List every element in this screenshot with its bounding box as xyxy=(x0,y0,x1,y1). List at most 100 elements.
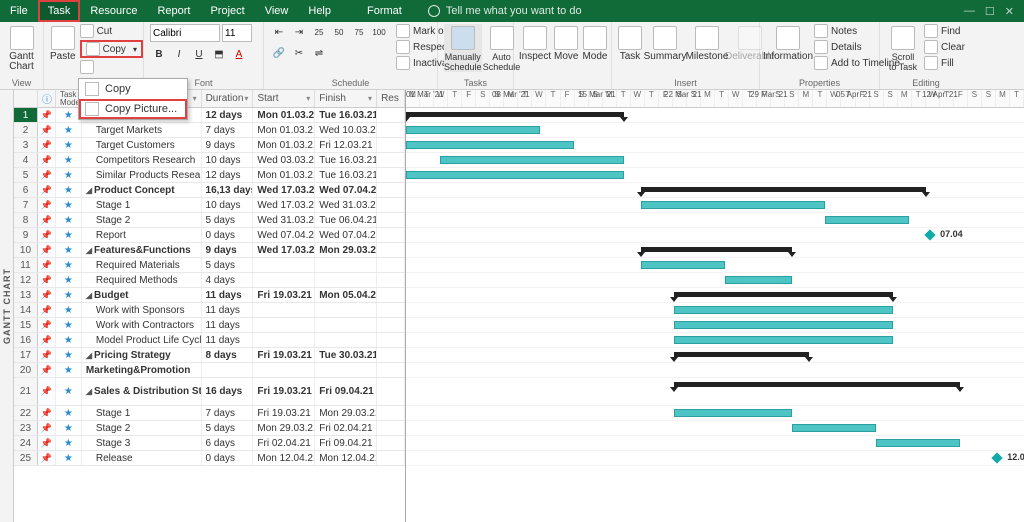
task-bar[interactable] xyxy=(440,156,625,164)
cell-start[interactable]: Wed 17.03.21 xyxy=(253,183,315,197)
row-number[interactable]: 6 xyxy=(14,183,38,197)
milestone-button[interactable]: Milestone xyxy=(688,24,726,62)
task-bar[interactable] xyxy=(674,409,791,417)
task-bar[interactable] xyxy=(406,171,624,179)
fill-button[interactable]: Fill xyxy=(924,56,965,70)
task-bar[interactable] xyxy=(674,336,892,344)
cell-start[interactable]: Wed 03.03.21 xyxy=(253,153,315,167)
menu-format[interactable]: Format xyxy=(357,0,412,22)
highlight-button[interactable]: ⬒ xyxy=(210,46,228,64)
summary-bar[interactable] xyxy=(641,247,792,252)
cell-duration[interactable]: 0 days xyxy=(202,451,254,465)
row-number[interactable]: 8 xyxy=(14,213,38,227)
cell-duration[interactable]: 16,13 days xyxy=(202,183,254,197)
cell-finish[interactable] xyxy=(315,303,377,317)
cell-start[interactable]: Mon 01.03.21 xyxy=(253,138,315,152)
cell-name[interactable]: Report xyxy=(82,228,202,242)
cell-start[interactable]: Wed 17.03.21 xyxy=(253,243,315,257)
cell-name[interactable]: Release xyxy=(82,451,202,465)
cell-res[interactable] xyxy=(377,108,405,122)
table-row[interactable]: 8📌★Stage 25 daysWed 31.03.21Tue 06.04.21 xyxy=(14,213,405,228)
cell-name[interactable]: Marketing&Promotion xyxy=(82,363,202,377)
summary-bar[interactable] xyxy=(674,352,808,357)
cell-duration[interactable]: 0 days xyxy=(202,228,254,242)
task-bar[interactable] xyxy=(674,321,892,329)
row-number[interactable]: 5 xyxy=(14,168,38,182)
clear-button[interactable]: Clear xyxy=(924,40,965,54)
cell-start[interactable]: Fri 19.03.21 xyxy=(253,348,315,362)
cell-duration[interactable]: 4 days xyxy=(202,273,254,287)
task-bar[interactable] xyxy=(641,261,725,269)
font-size-input[interactable] xyxy=(222,24,252,42)
move-button[interactable]: Move xyxy=(554,24,578,62)
auto-schedule-button[interactable]: Auto Schedule xyxy=(486,24,518,72)
milestone-diamond[interactable] xyxy=(924,229,935,240)
cell-res[interactable] xyxy=(377,168,405,182)
table-row[interactable]: 1📌★◢Market Research12 daysMon 01.03.21Tu… xyxy=(14,108,405,123)
cell-duration[interactable]: 11 days xyxy=(202,288,254,302)
outdent-button[interactable]: ⇤ xyxy=(270,24,288,42)
milestone-diamond[interactable] xyxy=(992,452,1003,463)
cell-res[interactable] xyxy=(377,333,405,347)
cell-res[interactable] xyxy=(377,153,405,167)
row-number[interactable]: 20 xyxy=(14,363,38,377)
cell-res[interactable] xyxy=(377,183,405,197)
menu-view[interactable]: View xyxy=(255,0,299,22)
cell-duration[interactable]: 7 days xyxy=(202,123,254,137)
cell-start[interactable] xyxy=(253,258,315,272)
row-number[interactable]: 17 xyxy=(14,348,38,362)
cell-name[interactable]: ◢Features&Functions xyxy=(82,243,202,257)
row-number[interactable]: 14 xyxy=(14,303,38,317)
table-row[interactable]: 14📌★Work with Sponsors11 days xyxy=(14,303,405,318)
row-number[interactable]: 16 xyxy=(14,333,38,347)
indent-button[interactable]: ⇥ xyxy=(290,24,308,42)
table-row[interactable]: 10📌★◢Features&Functions9 daysWed 17.03.2… xyxy=(14,243,405,258)
cell-name[interactable]: Stage 2 xyxy=(82,213,202,227)
cell-res[interactable] xyxy=(377,138,405,152)
menu-resource[interactable]: Resource xyxy=(80,0,147,22)
cell-name[interactable]: Stage 1 xyxy=(82,406,202,420)
cell-name[interactable]: Similar Products Research xyxy=(82,168,202,182)
task-bar[interactable] xyxy=(792,424,876,432)
cell-name[interactable]: Competitors Research xyxy=(82,153,202,167)
menu-project[interactable]: Project xyxy=(200,0,254,22)
cell-duration[interactable]: 12 days xyxy=(202,168,254,182)
cell-finish[interactable]: Wed 31.03.21 xyxy=(315,198,377,212)
row-number[interactable]: 22 xyxy=(14,406,38,420)
th-res[interactable]: Res xyxy=(377,90,405,107)
font-color-button[interactable]: A xyxy=(230,46,248,64)
cell-finish[interactable]: Tue 30.03.21 xyxy=(315,348,377,362)
cell-start[interactable] xyxy=(253,333,315,347)
cell-res[interactable] xyxy=(377,243,405,257)
split-button[interactable]: ⇌ xyxy=(310,45,328,63)
cell-finish[interactable] xyxy=(315,258,377,272)
table-row[interactable]: 9📌★Report0 daysWed 07.04.21Wed 07.04.21 xyxy=(14,228,405,243)
task-bar[interactable] xyxy=(406,141,574,149)
cell-start[interactable] xyxy=(253,303,315,317)
row-number[interactable]: 23 xyxy=(14,421,38,435)
th-info[interactable]: ⓘ xyxy=(38,90,56,107)
manually-schedule-button[interactable]: Manually Schedule xyxy=(444,24,482,72)
cell-start[interactable]: Wed 31.03.21 xyxy=(253,213,315,227)
row-number[interactable]: 13 xyxy=(14,288,38,302)
cell-name[interactable]: Work with Sponsors xyxy=(82,303,202,317)
pct25-button[interactable]: 25 xyxy=(310,24,328,42)
cell-finish[interactable]: Mon 05.04.21 xyxy=(315,288,377,302)
table-row[interactable]: 21📌★◢Sales & Distribution Strategy16 day… xyxy=(14,378,405,406)
cell-duration[interactable]: 11 days xyxy=(202,303,254,317)
cell-res[interactable] xyxy=(377,273,405,287)
cell-name[interactable]: Target Customers xyxy=(82,138,202,152)
mode-button[interactable]: Mode xyxy=(582,24,607,62)
cell-res[interactable] xyxy=(377,288,405,302)
collapse-icon[interactable]: ◢ xyxy=(86,351,92,360)
cell-finish[interactable]: Wed 10.03.21 xyxy=(315,123,377,137)
cell-duration[interactable]: 5 days xyxy=(202,213,254,227)
pct75-button[interactable]: 75 xyxy=(350,24,368,42)
table-row[interactable]: 13📌★◢Budget11 daysFri 19.03.21Mon 05.04.… xyxy=(14,288,405,303)
cell-name[interactable]: Work with Contractors xyxy=(82,318,202,332)
cell-start[interactable]: Mon 29.03.21 xyxy=(253,421,315,435)
cell-name[interactable]: ◢Product Concept xyxy=(82,183,202,197)
cell-res[interactable] xyxy=(377,378,405,405)
table-row[interactable]: 7📌★Stage 110 daysWed 17.03.21Wed 31.03.2… xyxy=(14,198,405,213)
task-bar[interactable] xyxy=(641,201,826,209)
